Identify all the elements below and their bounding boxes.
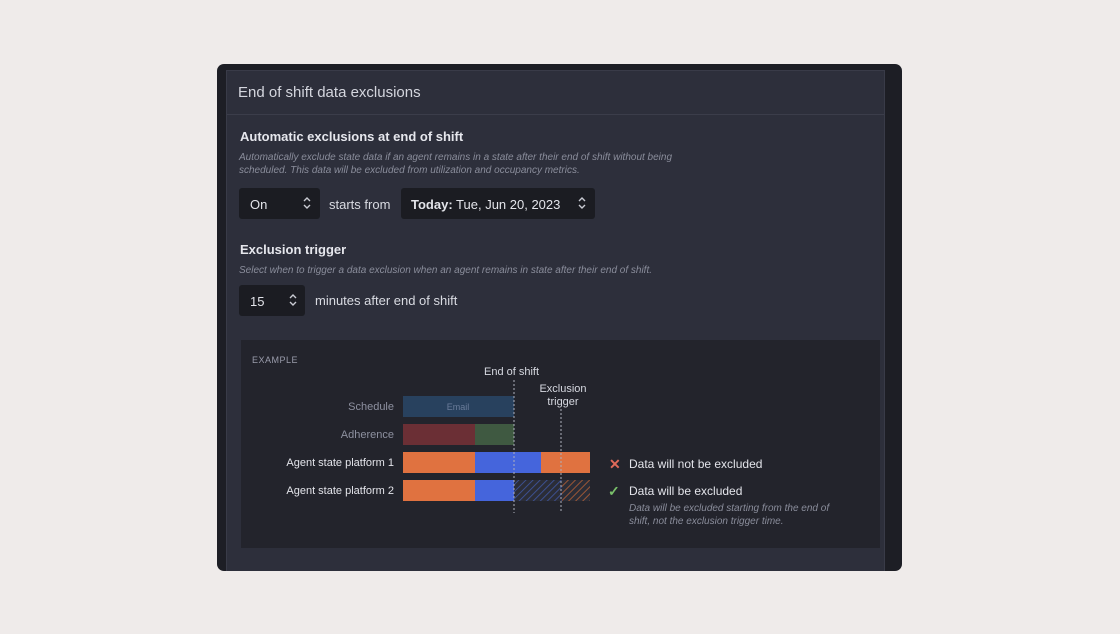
- legend-not-excluded: Data will not be excluded: [629, 457, 763, 471]
- platform2-excluded-orange-bar: [562, 480, 590, 501]
- date-value: Tue, Jun 20, 2023: [456, 197, 561, 212]
- platform1-orange-bar: [403, 452, 475, 473]
- legend-note-line2: shift, not the exclusion trigger time.: [629, 516, 784, 527]
- starts-from-label: starts from: [329, 197, 391, 212]
- exclusion-trigger-title: Exclusion trigger: [240, 242, 347, 257]
- minutes-label: minutes after end of shift: [315, 293, 458, 308]
- toggle-value: On: [250, 197, 268, 212]
- panel-header: End of shift data exclusions: [227, 71, 884, 115]
- panel-title: End of shift data exclusions: [238, 84, 421, 101]
- check-icon: ✓: [608, 483, 620, 499]
- cross-icon: ✕: [609, 456, 621, 472]
- legend-excluded: Data will be excluded: [629, 484, 743, 498]
- platform1-blue-bar: [475, 452, 541, 473]
- settings-frame: End of shift data exclusions Automatic e…: [217, 64, 902, 571]
- legend-note-line1: Data will be excluded starting from the …: [629, 503, 830, 514]
- auto-exclusion-toggle-select[interactable]: On: [239, 188, 320, 219]
- updown-chevron-icon: [289, 294, 297, 306]
- date-prefix: Today:: [411, 197, 453, 212]
- minutes-value: 15: [250, 294, 265, 309]
- auto-exclusions-desc-line2: scheduled. This data will be excluded fr…: [239, 165, 580, 176]
- schedule-bar-label: Email: [447, 402, 470, 412]
- updown-chevron-icon: [578, 197, 586, 209]
- trigger-minutes-select[interactable]: 15: [239, 285, 305, 316]
- platform2-blue-bar: [475, 480, 514, 501]
- updown-chevron-icon: [303, 197, 311, 209]
- date-text: Today: Tue, Jun 20, 2023: [411, 197, 560, 212]
- adherence-out-bar: [403, 424, 475, 445]
- auto-exclusions-desc-line1: Automatically exclude state data if an a…: [239, 152, 673, 163]
- auto-exclusions-desc: Automatically exclude state data if an a…: [239, 151, 672, 177]
- platform2-orange-bar: [403, 480, 475, 501]
- platform2-excluded-blue-bar: [514, 480, 562, 501]
- example-box: EXAMPLE End of shift Exclusion trigger S…: [241, 340, 880, 548]
- legend-note: Data will be excluded starting from the …: [629, 502, 869, 528]
- platform1-orange-bar-2: [541, 452, 590, 473]
- exclusions-panel: End of shift data exclusions Automatic e…: [226, 70, 885, 571]
- exclusion-trigger-desc: Select when to trigger a data exclusion …: [239, 265, 653, 276]
- auto-exclusions-title: Automatic exclusions at end of shift: [240, 129, 464, 144]
- adherence-in-bar: [475, 424, 514, 445]
- start-date-select[interactable]: Today: Tue, Jun 20, 2023: [401, 188, 595, 219]
